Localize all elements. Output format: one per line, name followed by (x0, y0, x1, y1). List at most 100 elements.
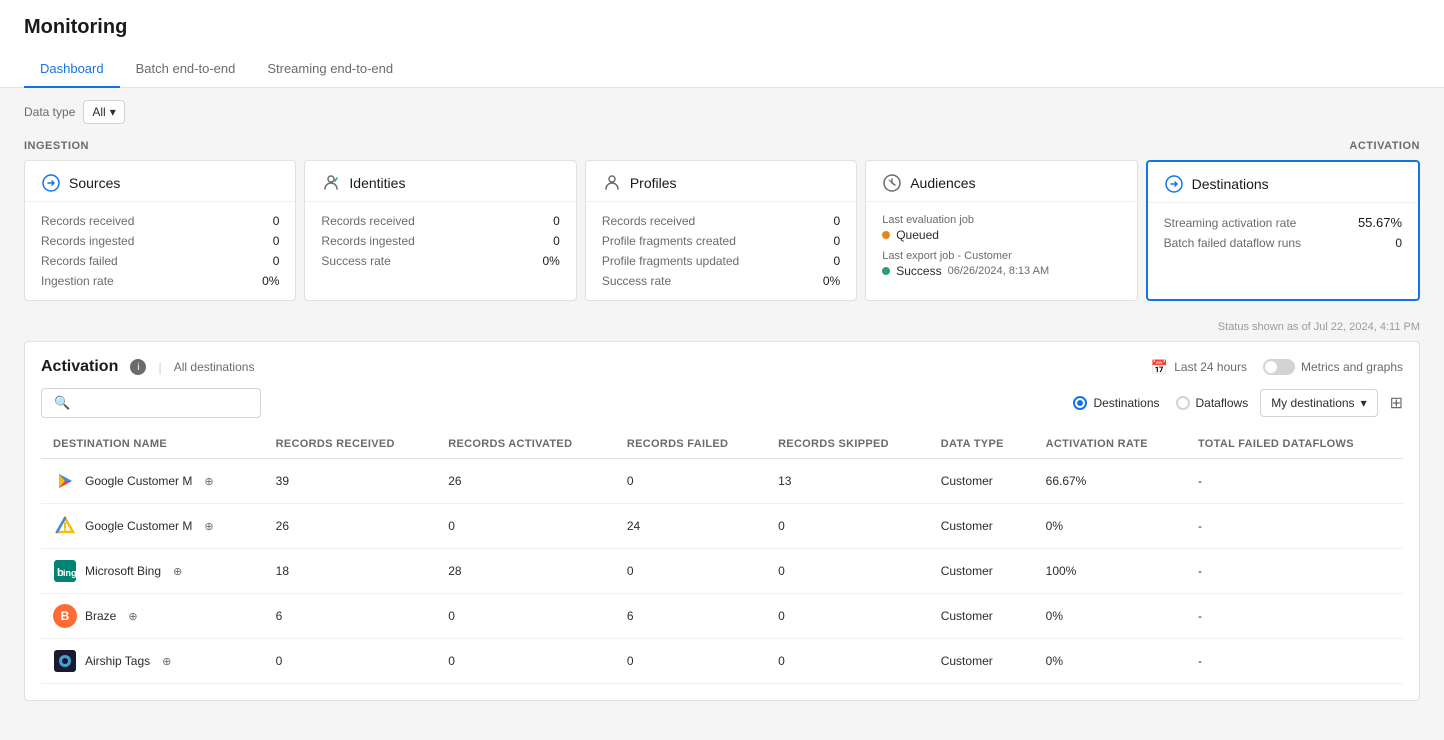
table-row[interactable]: Google Customer M ⊕ 39 26 0 13 Customer … (41, 459, 1403, 504)
identities-icon (321, 173, 341, 193)
queued-dot (882, 231, 890, 239)
search-input[interactable] (78, 396, 248, 410)
radio-dataflows[interactable]: Dataflows (1176, 396, 1249, 410)
audiences-card[interactable]: Audiences Last evaluation job Queued Las… (865, 160, 1137, 301)
metrics-toggle[interactable]: Metrics and graphs (1263, 359, 1403, 375)
dropdown-label: My destinations (1271, 396, 1354, 410)
search-box[interactable]: 🔍 (41, 388, 261, 418)
separator: | (158, 360, 161, 375)
data-type-select[interactable]: All ▾ (83, 100, 124, 124)
col-records-received: RECORDS RECEIVED (264, 430, 437, 459)
destinations-title: Destinations (1192, 176, 1269, 192)
success-time: 06/26/2024, 8:13 AM (948, 265, 1050, 277)
dest-name-cell: Google Customer M ⊕ (41, 459, 264, 504)
toggle-circle[interactable] (1263, 359, 1295, 375)
activation-left: Activation i | All destinations (41, 358, 254, 376)
destinations-dropdown[interactable]: My destinations ▾ (1260, 389, 1377, 417)
audiences-body: Last evaluation job Queued Last export j… (866, 202, 1136, 298)
tab-batch[interactable]: Batch end-to-end (120, 51, 252, 88)
cards-header: INGESTION ACTIVATION (24, 136, 1420, 152)
col-destination-name: DESTINATION NAME (41, 430, 264, 459)
table-row[interactable]: B Braze ⊕ 6 0 6 0 Customer 0% - (41, 594, 1403, 639)
radio-destinations-dot (1073, 396, 1087, 410)
export-row: Last export job - Customer Success 06/26… (882, 250, 1120, 278)
success-label: Success (896, 264, 941, 278)
header: Monitoring Dashboard Batch end-to-end St… (0, 0, 1444, 88)
eval-label: Last evaluation job (882, 214, 1120, 226)
activation-header: Activation i | All destinations 📅 Last 2… (41, 358, 1403, 376)
dest-name-cell: Google Customer M ⊕ (41, 504, 264, 549)
tab-dashboard[interactable]: Dashboard (24, 51, 120, 88)
data-type-value: All (92, 105, 105, 119)
calendar-icon: 📅 (1151, 359, 1168, 376)
profiles-title: Profiles (630, 175, 677, 191)
bing-icon: b ing (53, 559, 77, 583)
col-records-skipped: RECORDS SKIPPED (766, 430, 929, 459)
audiences-title: Audiences (910, 175, 975, 191)
profiles-icon (602, 173, 622, 193)
identities-title: Identities (349, 175, 405, 191)
table-row[interactable]: b ing Microsoft Bing ⊕ 18 28 0 0 Custome… (41, 549, 1403, 594)
identities-card-header: Identities (305, 161, 575, 202)
page-title: Monitoring (24, 16, 1420, 51)
streaming-value: 55.67% (1358, 215, 1402, 230)
time-filter[interactable]: 📅 Last 24 hours (1151, 359, 1247, 376)
ingestion-label: INGESTION (24, 136, 89, 152)
chevron-down-icon: ▾ (1361, 396, 1367, 410)
radio-destinations[interactable]: Destinations (1073, 396, 1159, 410)
svg-text:ing: ing (63, 568, 76, 578)
chevron-down-icon: ▾ (110, 105, 116, 119)
toggle-knob (1265, 361, 1277, 373)
time-filter-label: Last 24 hours (1174, 360, 1247, 374)
streaming-label: Streaming activation rate (1164, 216, 1297, 230)
col-data-type: DATA TYPE (929, 430, 1034, 459)
filter-icon[interactable]: ⊕ (204, 520, 213, 533)
grid-view-icon[interactable]: ⊞ (1390, 393, 1403, 413)
audiences-icon (882, 173, 902, 193)
profiles-body: Records received0 Profile fragments crea… (586, 202, 856, 300)
destinations-table: DESTINATION NAME RECORDS RECEIVED RECORD… (41, 430, 1403, 684)
radio-dataflows-label: Dataflows (1196, 396, 1249, 410)
col-records-activated: RECORDS ACTIVATED (436, 430, 615, 459)
table-header-row: DESTINATION NAME RECORDS RECEIVED RECORD… (41, 430, 1403, 459)
success-dot (882, 267, 890, 275)
filter-right: Destinations Dataflows My destinations ▾… (1073, 389, 1403, 417)
identities-body: Records received0 Records ingested0 Succ… (305, 202, 575, 280)
sources-title: Sources (69, 175, 120, 191)
destinations-icon (1164, 174, 1184, 194)
destinations-card[interactable]: Destinations Streaming activation rate 5… (1146, 160, 1420, 301)
activation-title: Activation (41, 358, 118, 376)
info-icon[interactable]: i (130, 359, 146, 375)
activation-section: Activation i | All destinations 📅 Last 2… (24, 341, 1420, 701)
tabs: Dashboard Batch end-to-end Streaming end… (24, 51, 1420, 87)
data-type-label: Data type (24, 105, 75, 119)
table-row[interactable]: Google Customer M ⊕ 26 0 24 0 Customer 0… (41, 504, 1403, 549)
filter-icon[interactable]: ⊕ (162, 655, 171, 668)
search-icon: 🔍 (54, 395, 70, 411)
metrics-label: Metrics and graphs (1301, 360, 1403, 374)
export-label: Last export job - Customer (882, 250, 1120, 262)
dest-name-cell: Airship Tags ⊕ (41, 639, 264, 684)
col-records-failed: RECORDS FAILED (615, 430, 766, 459)
batch-value: 0 (1395, 236, 1402, 250)
table-body: Google Customer M ⊕ 39 26 0 13 Customer … (41, 459, 1403, 684)
identities-card[interactable]: Identities Records received0 Records ing… (304, 160, 576, 301)
eval-row: Last evaluation job Queued (882, 214, 1120, 242)
status-line: Status shown as of Jul 22, 2024, 4:11 PM (0, 317, 1444, 341)
filter-icon[interactable]: ⊕ (128, 610, 137, 623)
data-type-bar: Data type All ▾ (0, 88, 1444, 136)
radio-dataflows-dot (1176, 396, 1190, 410)
airship-icon (53, 649, 77, 673)
table-row[interactable]: Airship Tags ⊕ 0 0 0 0 Customer 0% - (41, 639, 1403, 684)
dest-name-cell: b ing Microsoft Bing ⊕ (41, 549, 264, 594)
sources-card[interactable]: Sources Records received0 Records ingest… (24, 160, 296, 301)
activation-right: 📅 Last 24 hours Metrics and graphs (1151, 359, 1403, 376)
profiles-card[interactable]: Profiles Records received0 Profile fragm… (585, 160, 857, 301)
google-ads-icon (53, 514, 77, 538)
tab-streaming[interactable]: Streaming end-to-end (251, 51, 409, 88)
audiences-card-header: Audiences (866, 161, 1136, 202)
filter-icon[interactable]: ⊕ (204, 475, 213, 488)
all-destinations-link[interactable]: All destinations (174, 360, 255, 374)
sources-body: Records received0 Records ingested0 Reco… (25, 202, 295, 300)
filter-icon[interactable]: ⊕ (173, 565, 182, 578)
